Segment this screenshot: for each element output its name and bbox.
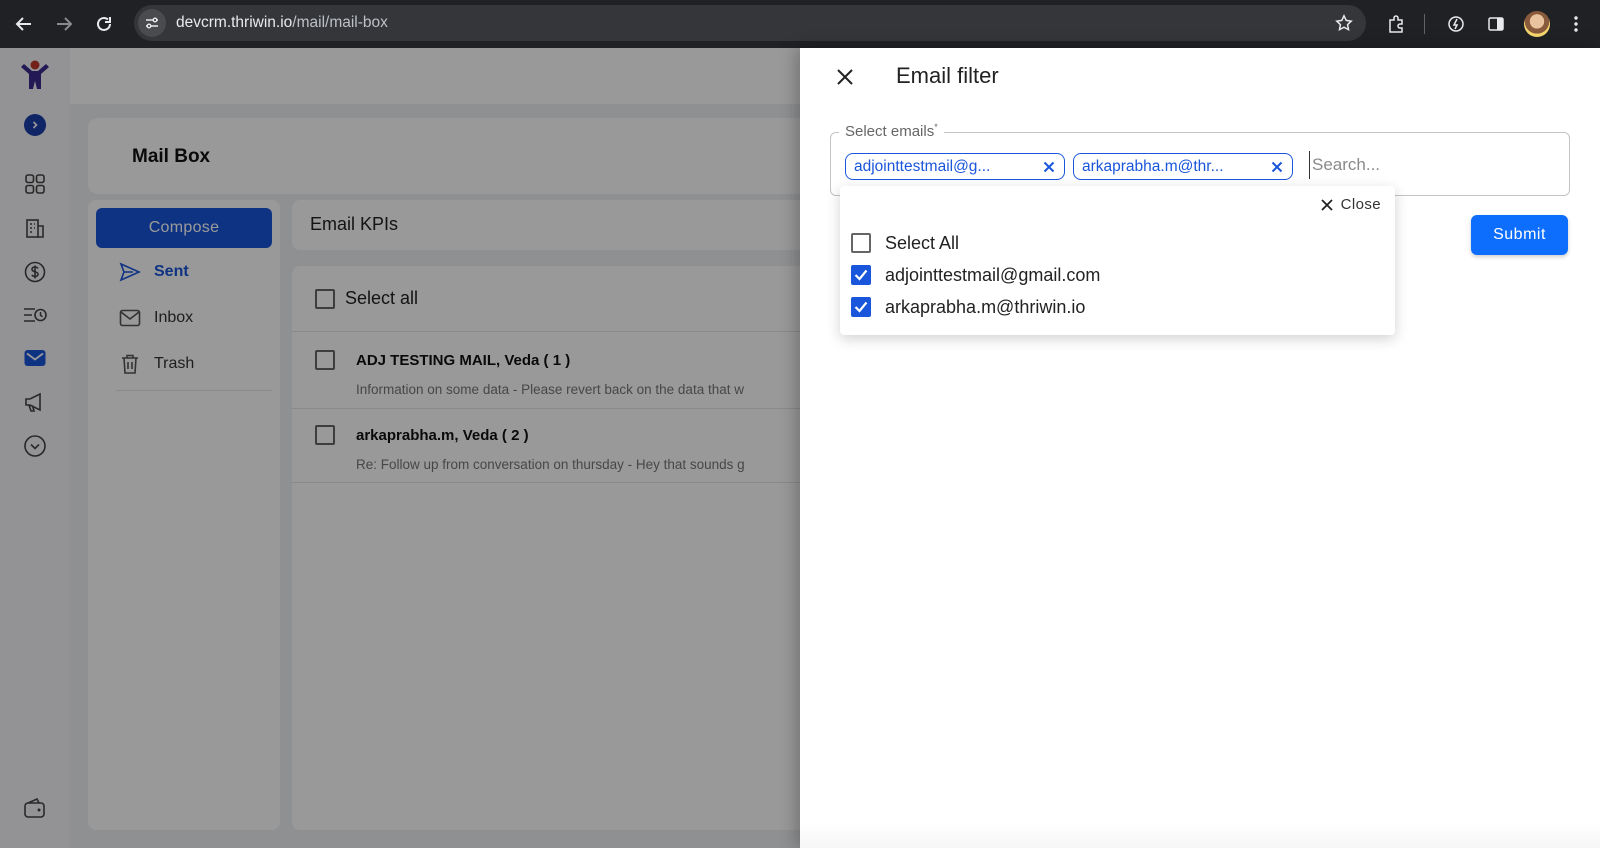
address-bar[interactable]: devcrm.thriwin.io/mail/mail-box [134,5,1366,41]
email-chip[interactable]: adjointtestmail@g... [845,153,1065,180]
option-checkbox[interactable] [851,265,871,285]
forward-icon[interactable] [50,10,78,38]
option-label: arkaprabha.m@thriwin.io [885,296,1086,317]
url-text: devcrm.thriwin.io/mail/mail-box [176,14,388,32]
option-label: adjointtestmail@gmail.com [885,264,1101,285]
toolbar-separator [1424,14,1425,34]
extensions-icon[interactable] [1380,8,1412,40]
side-panel-icon[interactable] [1480,8,1512,40]
dropdown-close-button[interactable]: Close [1321,196,1381,213]
close-drawer-icon[interactable] [830,62,860,92]
required-mark: * [934,122,938,132]
url-host: devcrm.thriwin.io [176,14,293,31]
bottom-fade [800,824,1600,848]
back-icon[interactable] [10,10,38,38]
dropdown-close-label: Close [1340,196,1381,213]
profile-avatar[interactable] [1524,11,1550,37]
menu-kebab-icon[interactable] [1560,8,1592,40]
option-checkbox[interactable] [851,233,871,253]
performance-icon[interactable] [1440,8,1472,40]
email-chip-label: arkaprabha.m@thr... [1082,157,1224,175]
select-emails-label-text: Select emails [845,123,935,140]
bookmark-star-icon[interactable] [1330,9,1358,37]
option-checkbox[interactable] [851,297,871,317]
app-area: Mail Box Compose Sent Inbox Trash Email … [0,48,1600,848]
email-chip-label: adjointtestmail@g... [854,157,991,175]
option-email[interactable]: arkaprabha.m@thriwin.io [851,296,1085,318]
submit-button[interactable]: Submit [1471,215,1568,255]
option-email[interactable]: adjointtestmail@gmail.com [851,264,1100,286]
drawer-title: Email filter [896,63,999,88]
close-icon [1321,198,1333,211]
browser-toolbar: devcrm.thriwin.io/mail/mail-box [0,0,1600,48]
select-emails-label: Select emails* [839,122,944,140]
email-chip[interactable]: arkaprabha.m@thr... [1073,153,1293,180]
url-path: /mail/mail-box [292,14,388,31]
site-settings-icon[interactable] [138,9,166,37]
modal-backdrop[interactable] [0,48,800,848]
option-select-all[interactable]: Select All [851,232,959,254]
email-search-input[interactable] [1309,151,1559,179]
chip-remove-icon[interactable] [1040,158,1058,176]
reload-icon[interactable] [90,10,118,38]
email-options-dropdown: Close Select All adjointtestmail@gmail.c… [840,186,1395,335]
option-label: Select All [885,232,960,253]
chip-remove-icon[interactable] [1268,158,1286,176]
email-filter-drawer: Email filter Select emails* adjointtestm… [800,48,1600,848]
